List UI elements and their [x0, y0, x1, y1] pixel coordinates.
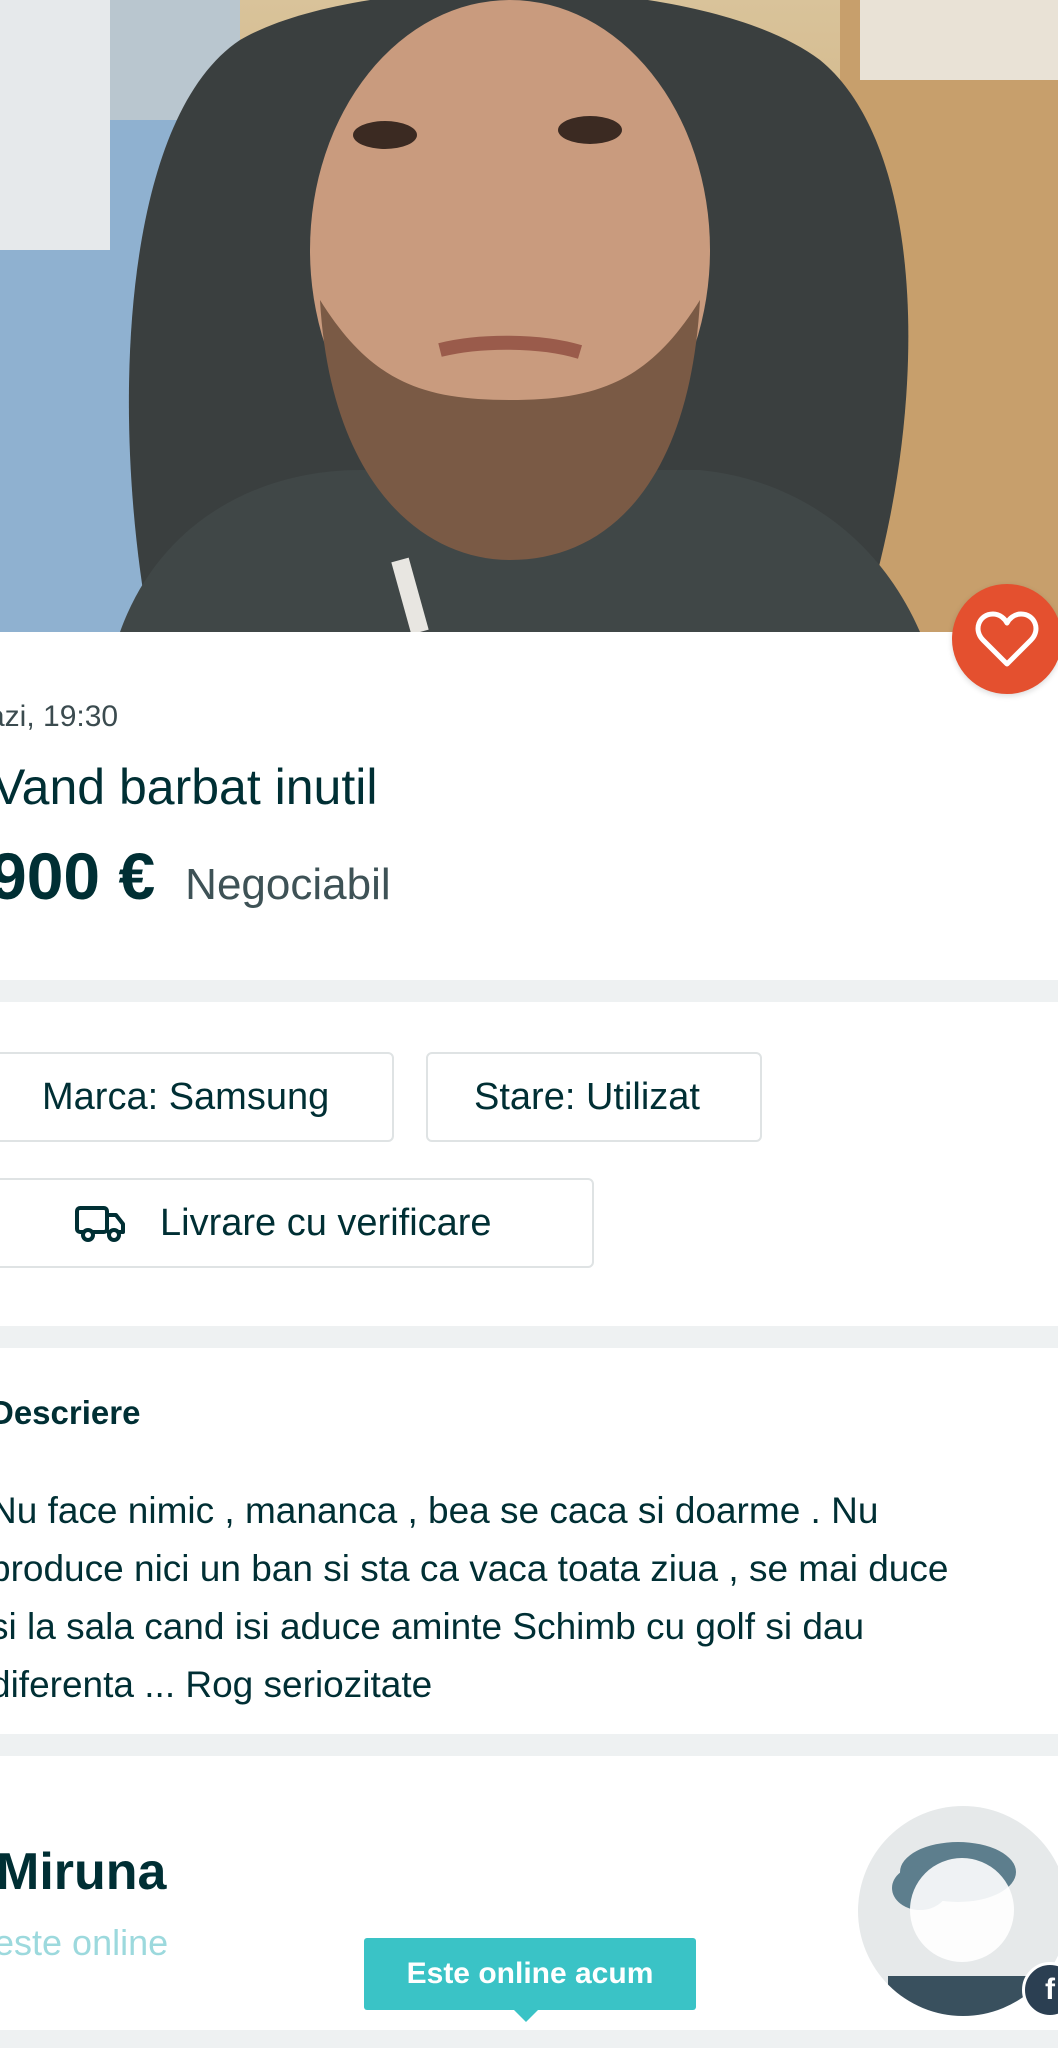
- delivery-label: Livrare cu verificare: [160, 1201, 492, 1244]
- attribute-brand-label: Marca: Samsung: [42, 1075, 330, 1118]
- description-heading: Descriere: [0, 1394, 141, 1431]
- heart-icon: [975, 611, 1039, 667]
- section-divider: [0, 2030, 1058, 2048]
- listing-title: Vand barbat inutil: [0, 759, 378, 815]
- negotiable-label: Negociabil: [185, 860, 391, 909]
- description-line: Nu face nimic , mananca , bea se caca si…: [0, 1490, 879, 1531]
- truck-icon: [74, 1203, 126, 1243]
- description-line: produce nici un ban si sta ca vaca toata…: [0, 1548, 949, 1589]
- seller-name[interactable]: Miruna: [0, 1842, 166, 1902]
- delivery-badge[interactable]: Livrare cu verificare: [0, 1178, 594, 1268]
- attribute-state[interactable]: Stare: Utilizat: [426, 1052, 762, 1142]
- price-row: 900 € Negociabil: [0, 838, 391, 914]
- favorite-button[interactable]: [952, 584, 1058, 694]
- section-divider: [0, 1326, 1058, 1348]
- seller-online-status: este online: [0, 1922, 169, 1963]
- attribute-state-label: Stare: Utilizat: [474, 1075, 700, 1118]
- listing-price: 900 €: [0, 839, 156, 913]
- listing-photo[interactable]: [0, 0, 1058, 632]
- description-line: si la sala cand isi aduce aminte Schimb …: [0, 1606, 865, 1647]
- section-divider: [0, 980, 1058, 1002]
- description-text: Nu face nimic , mananca , bea se caca si…: [0, 1482, 1058, 1714]
- section-divider: [0, 1734, 1058, 1756]
- description-line: diferenta ... Rog seriozitate: [0, 1664, 433, 1705]
- listing-date: azi, 19:30: [0, 700, 119, 733]
- attribute-brand[interactable]: Marca: Samsung: [0, 1052, 394, 1142]
- listing-photo-image: [0, 0, 1058, 632]
- online-now-tooltip: Este online acum: [364, 1938, 696, 2022]
